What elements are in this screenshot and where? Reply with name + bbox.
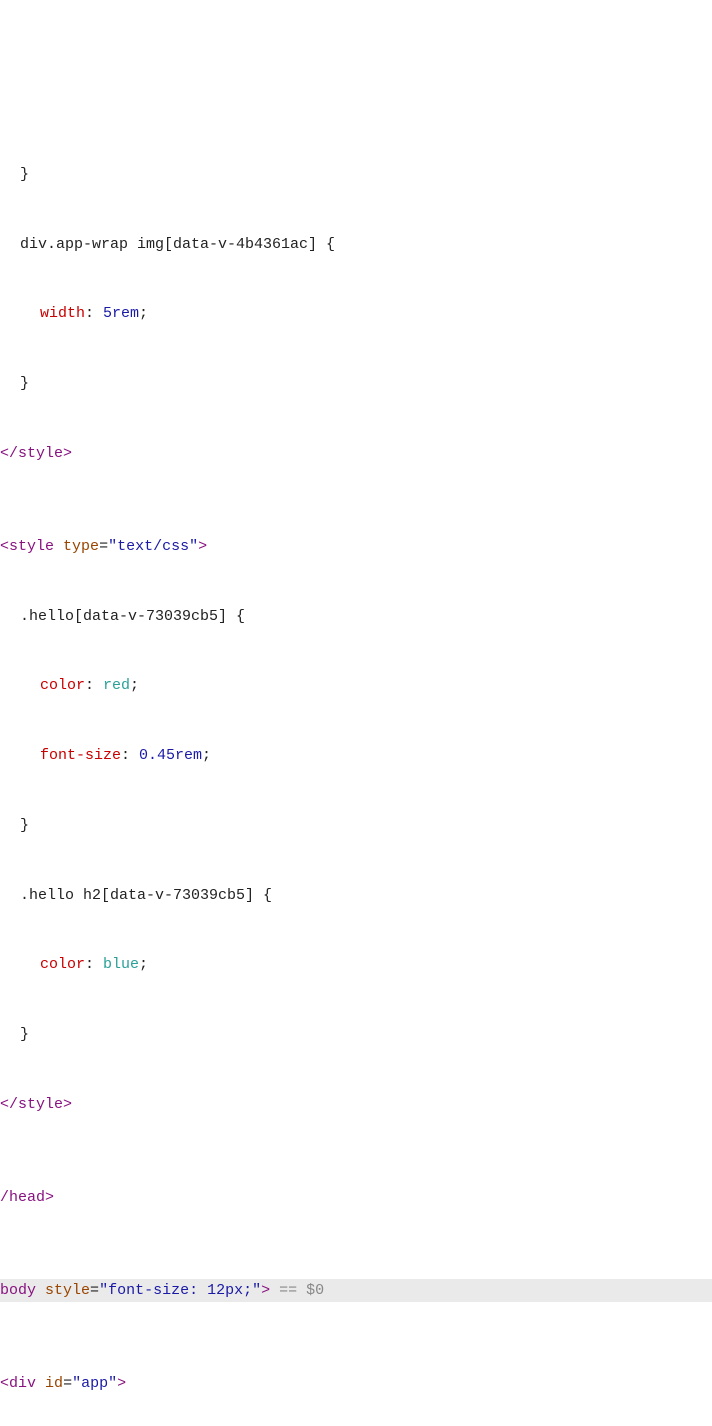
head-close-tag[interactable]: /head> — [0, 1186, 712, 1209]
css-declaration[interactable]: color: blue; — [0, 953, 712, 976]
css-declaration[interactable]: width: 5rem; — [0, 302, 712, 325]
css-selector[interactable]: div.app-wrap img[data-v-4b4361ac] { — [0, 233, 712, 256]
div-app-tag[interactable]: <div id="app"> — [0, 1372, 712, 1395]
css-selector[interactable]: .hello h2[data-v-73039cb5] { — [0, 884, 712, 907]
css-brace: } — [0, 372, 712, 395]
css-declaration[interactable]: font-size: 0.45rem; — [0, 744, 712, 767]
css-declaration[interactable]: color: red; — [0, 674, 712, 697]
css-brace: } — [0, 163, 712, 186]
css-brace: } — [0, 814, 712, 837]
body-tag-selected[interactable]: body style="font-size: 12px;"> == $0 — [0, 1279, 712, 1302]
css-brace: } — [0, 1023, 712, 1046]
style-open-tag[interactable]: <style type="text/css"> — [0, 535, 712, 558]
style-close-tag[interactable]: </style> — [0, 442, 712, 465]
css-selector[interactable]: .hello[data-v-73039cb5] { — [0, 605, 712, 628]
style-close-tag[interactable]: </style> — [0, 1093, 712, 1116]
elements-panel: } div.app-wrap img[data-v-4b4361ac] { wi… — [0, 93, 712, 1426]
